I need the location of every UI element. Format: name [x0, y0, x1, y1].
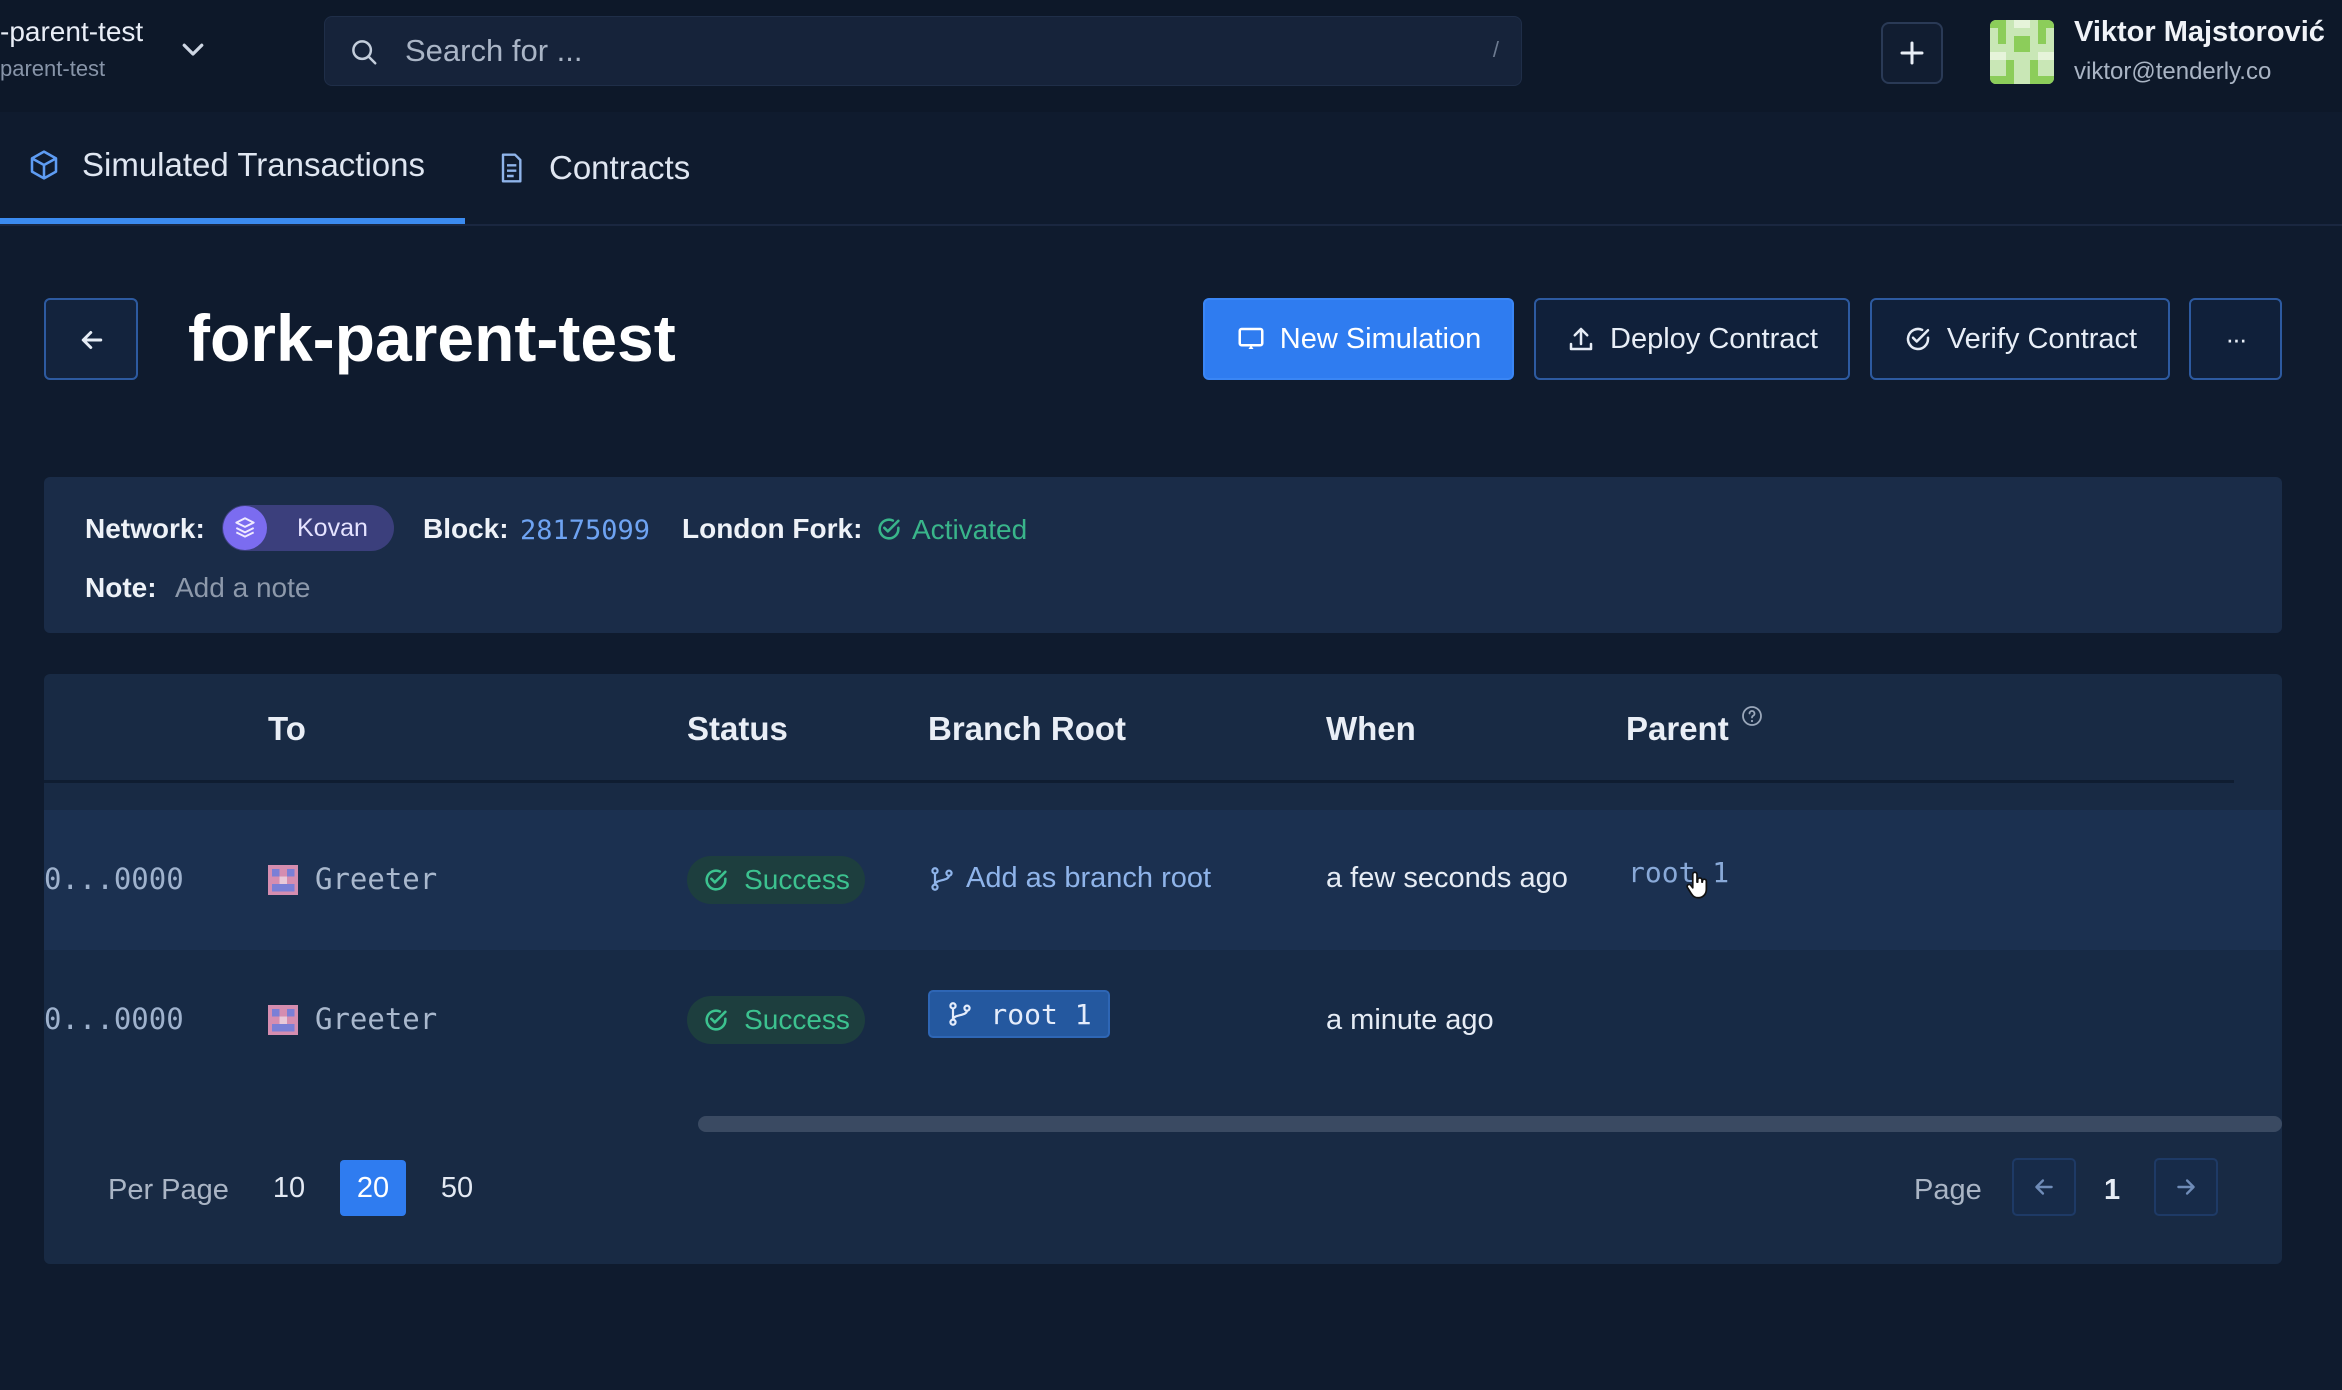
table-row[interactable]: 0...0000 Greeter Success Add as branch r… [44, 810, 2282, 950]
add-branch-root-link[interactable]: Add as branch root [928, 862, 1211, 895]
page-title: fork-parent-test [188, 301, 676, 375]
monitor-play-icon [1238, 327, 1264, 349]
block-number[interactable]: 28175099 [520, 515, 650, 546]
status-badge: Success [687, 856, 865, 904]
identicon-icon [1990, 20, 2054, 84]
branch-root-chip[interactable]: root 1 [928, 990, 1110, 1038]
avatar[interactable] [1990, 20, 2054, 84]
button-label: Deploy Contract [1610, 322, 1818, 355]
column-header-parent: Parent [1626, 710, 1729, 747]
network-icon [223, 506, 267, 550]
timestamp: a few seconds ago [1326, 862, 1568, 894]
page-label: Page [1914, 1174, 1982, 1206]
button-label: New Simulation [1279, 322, 1482, 355]
column-header-when: When [1326, 710, 1416, 747]
document-icon [501, 153, 522, 183]
project-subtitle: parent-test [0, 56, 106, 81]
from-address[interactable]: 0...0000 [44, 862, 184, 896]
search-input[interactable] [405, 31, 1385, 71]
check-circle-icon [1906, 327, 1930, 351]
search-shortcut-hint: / [1492, 37, 1499, 62]
top-bar: -parent-test parent-test / Viktor Majsto… [0, 0, 2342, 114]
tab-bar: Simulated Transactions Contracts [0, 112, 2342, 226]
check-circle-icon [705, 1009, 727, 1031]
london-fork-status: Activated [912, 514, 1028, 545]
button-label: Verify Contract [1946, 322, 2138, 355]
add-button[interactable] [1881, 22, 1943, 84]
branch-root-label: root 1 [990, 997, 1092, 1031]
more-icon: ··· [2225, 323, 2248, 354]
per-page-label: Per Page [108, 1174, 229, 1206]
user-email: viktor@tenderly.co [2074, 58, 2272, 85]
help-icon[interactable] [1740, 704, 1764, 728]
timestamp: a minute ago [1326, 1004, 1494, 1036]
next-page-button[interactable] [2154, 1158, 2218, 1216]
contract-icon [268, 865, 298, 895]
status-text: Success [744, 864, 850, 895]
network-name: Kovan [297, 513, 368, 542]
branch-link-text: Add as branch root [966, 862, 1212, 894]
add-note-field[interactable]: Add a note [175, 572, 310, 604]
contract-icon [268, 1005, 298, 1035]
network-badge: Kovan [222, 505, 394, 551]
tab-label: Simulated Transactions [82, 146, 426, 183]
tab-contracts[interactable]: Contracts [495, 112, 735, 224]
previous-page-button[interactable] [2012, 1158, 2076, 1216]
back-button[interactable] [44, 298, 138, 380]
from-address[interactable]: 0...0000 [44, 1002, 184, 1036]
per-page-option-10[interactable]: 10 [256, 1160, 322, 1216]
arrow-left-icon [81, 331, 103, 349]
plus-icon [1900, 41, 1924, 65]
arrow-left-icon [2035, 1179, 2053, 1195]
contract-name[interactable]: Greeter [315, 1002, 437, 1036]
verify-contract-button[interactable]: Verify Contract [1870, 298, 2170, 380]
status-text: Success [744, 1004, 850, 1035]
search-icon [352, 40, 377, 65]
project-name[interactable]: -parent-test [0, 16, 143, 48]
arrow-right-icon [2177, 1179, 2195, 1195]
deploy-contract-button[interactable]: Deploy Contract [1534, 298, 1850, 380]
london-fork-label: London Fork: [682, 513, 863, 544]
new-simulation-button[interactable]: New Simulation [1203, 298, 1514, 380]
per-page-option-20[interactable]: 20 [340, 1160, 406, 1216]
current-page: 1 [2104, 1174, 2121, 1206]
contract-name[interactable]: Greeter [315, 862, 437, 896]
user-name[interactable]: Viktor Majstorović [2074, 16, 2325, 49]
upload-icon [1569, 327, 1593, 351]
block-label: Block: [423, 513, 509, 544]
tab-label: Contracts [549, 149, 691, 186]
more-options-button[interactable]: ··· [2189, 298, 2282, 380]
header-divider [44, 780, 2234, 783]
per-page-option-50[interactable]: 50 [424, 1160, 490, 1216]
status-badge: Success [687, 996, 865, 1044]
simulation-info-panel: Network: Kovan Block: 28175099 London Fo… [44, 477, 2282, 633]
table-row[interactable]: 0...0000 Greeter Success root 1 a minute… [44, 950, 2282, 1090]
search-bar[interactable]: / [324, 16, 1522, 86]
transactions-table: To Status Branch Root When Parent 0...00… [44, 674, 2282, 1264]
tab-simulated-transactions[interactable]: Simulated Transactions [0, 112, 465, 224]
check-circle-icon [878, 518, 900, 540]
chevron-down-icon[interactable] [178, 34, 208, 64]
column-header-to: To [268, 710, 306, 747]
column-header-status: Status [687, 710, 788, 747]
column-header-branch-root: Branch Root [928, 710, 1126, 747]
hand-cursor-icon [1686, 871, 1708, 899]
check-circle-icon [705, 869, 727, 891]
git-branch-icon [949, 1002, 972, 1026]
note-label: Note: [85, 572, 157, 603]
horizontal-scrollbar[interactable] [698, 1116, 2282, 1132]
cube-icon [30, 150, 58, 180]
network-label: Network: [85, 513, 205, 544]
git-branch-icon [931, 866, 953, 891]
